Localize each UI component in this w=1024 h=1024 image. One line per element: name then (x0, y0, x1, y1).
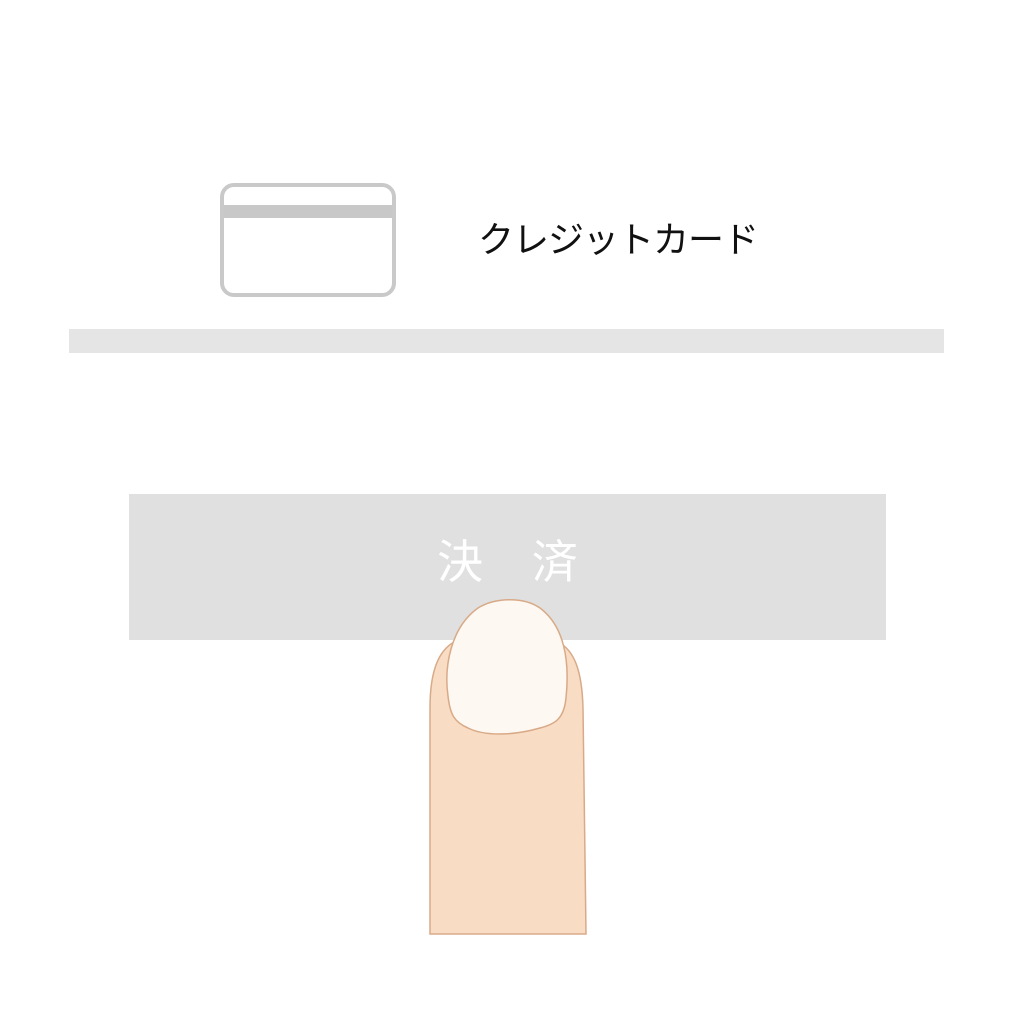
section-divider (69, 329, 944, 353)
payment-method-label: クレジットカード (478, 220, 759, 261)
payment-method-credit-card[interactable]: クレジットカード (220, 183, 780, 297)
finger-tap-icon (428, 598, 588, 938)
credit-card-icon (220, 183, 396, 297)
payment-screen: クレジットカード 決 済 (0, 0, 1024, 1024)
pay-button-label: 決 済 (437, 536, 596, 588)
